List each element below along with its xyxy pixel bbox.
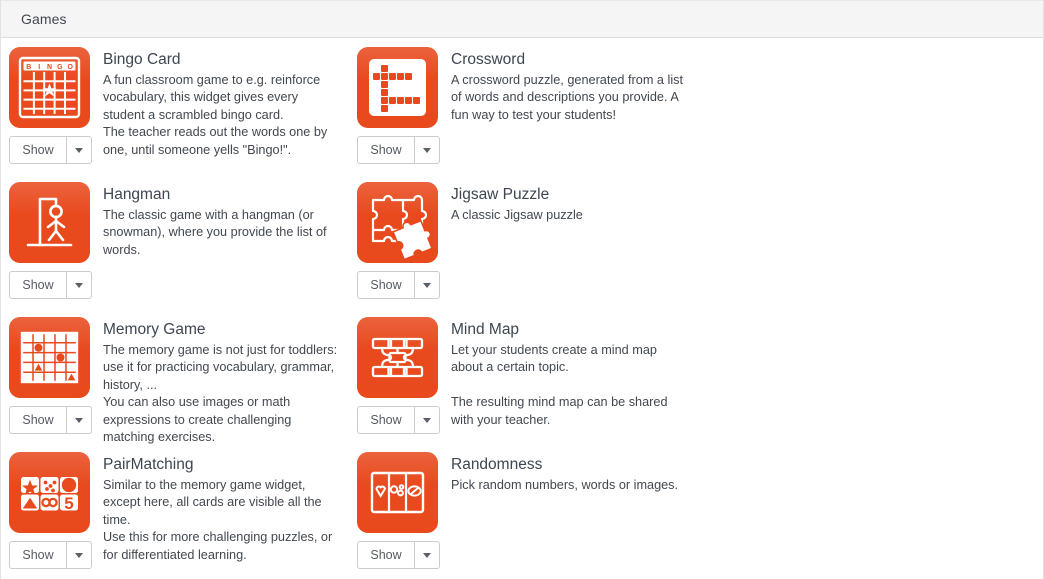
widget-text: Crossword A crossword puzzle, generated … [451,47,697,182]
show-dropdown-toggle[interactable] [415,541,440,569]
widget-description: The classic game with a hangman (or snow… [103,208,327,257]
icon-column: Show [357,317,451,452]
widget-grid: B I N G O Show Bingo Card A fun classroo… [1,38,1043,579]
svg-text:B: B [26,64,31,71]
widget-card-bingo-card[interactable]: B I N G O Show Bingo Card A fun classroo… [1,47,349,182]
show-button-group[interactable]: Show [357,136,440,164]
chevron-down-icon [75,147,83,153]
widget-text: Randomness Pick random numbers, words or… [451,452,697,579]
widget-title: Randomness [451,456,543,473]
show-button[interactable]: Show [357,136,415,164]
show-dropdown-toggle[interactable] [415,406,440,434]
jigsaw-puzzle-icon [357,182,438,263]
svg-text:G: G [57,64,63,71]
widget-title: Memory Game [103,321,206,338]
widget-description: Let your students create a mind map abou… [451,343,668,427]
show-button-group[interactable]: Show [9,271,92,299]
widget-title: Bingo Card [103,51,181,68]
widget-card-memory-game[interactable]: Show Memory Game The memory game is not … [1,317,349,452]
widget-text: PairMatching Similar to the memory game … [103,452,349,579]
icon-column: B I N G O Show [9,47,103,182]
hangman-icon [9,182,90,263]
widget-description: Pick random numbers, words or images. [451,478,679,492]
chevron-down-icon [75,552,83,558]
widget-title: Mind Map [451,321,520,338]
mind-map-icon [357,317,438,398]
crossword-icon [357,47,438,128]
widget-text: Bingo Card A fun classroom game to e.g. … [103,47,349,182]
show-button-group[interactable]: Show [357,406,440,434]
show-dropdown-toggle[interactable] [415,136,440,164]
show-dropdown-toggle[interactable] [415,271,440,299]
widget-text: Hangman The classic game with a hangman … [103,182,349,317]
randomness-slot-machine-icon [357,452,438,533]
widget-card-mind-map[interactable]: Show Mind Map Let your students create a… [349,317,697,452]
widget-title: Crossword [451,51,526,68]
svg-text:O: O [67,64,73,71]
widget-card-pairmatching[interactable]: 5 Show PairMatching Similar to the memor… [1,452,349,579]
show-button-group[interactable]: Show [9,406,92,434]
widget-description: A classic Jigsaw puzzle [451,208,583,222]
show-button[interactable]: Show [9,136,67,164]
widget-card-jigsaw-puzzle[interactable]: Show Jigsaw Puzzle A classic Jigsaw puzz… [349,182,697,317]
show-button[interactable]: Show [9,406,67,434]
pairmatching-icon: 5 [9,452,90,533]
icon-column: Show [357,182,451,317]
panel-header: Games [1,0,1043,38]
widget-description: Similar to the memory game widget, excep… [103,478,333,562]
chevron-down-icon [75,282,83,288]
chevron-down-icon [423,417,431,423]
bingo-card-icon: B I N G O [9,47,90,128]
show-button[interactable]: Show [9,271,67,299]
show-dropdown-toggle[interactable] [67,271,92,299]
pairmatching-number: 5 [64,494,73,513]
chevron-down-icon [423,147,431,153]
icon-column: Show [357,47,451,182]
widget-card-hangman[interactable]: Show Hangman The classic game with a han… [1,182,349,317]
icon-column: Show [9,182,103,317]
widget-title: Jigsaw Puzzle [451,186,550,203]
icon-column: Show [9,317,103,452]
show-dropdown-toggle[interactable] [67,136,92,164]
icon-column: Show [357,452,451,579]
show-button-group[interactable]: Show [357,541,440,569]
show-dropdown-toggle[interactable] [67,541,92,569]
widget-description: A fun classroom game to e.g. reinforce v… [103,73,328,157]
memory-game-icon [9,317,90,398]
show-button[interactable]: Show [357,406,415,434]
widget-title: Hangman [103,186,171,203]
widget-description: A crossword puzzle, generated from a lis… [451,73,684,122]
widget-card-randomness[interactable]: Show Randomness Pick random numbers, wor… [349,452,697,579]
svg-text:I: I [38,64,40,71]
chevron-down-icon [423,282,431,288]
chevron-down-icon [75,417,83,423]
widget-card-crossword[interactable]: Show Crossword A crossword puzzle, gener… [349,47,697,182]
icon-column: 5 Show [9,452,103,579]
chevron-down-icon [423,552,431,558]
show-dropdown-toggle[interactable] [67,406,92,434]
show-button[interactable]: Show [357,271,415,299]
widget-description: The memory game is not just for toddlers… [103,343,338,445]
show-button-group[interactable]: Show [9,541,92,569]
games-panel: Games B I N G O Show Bingo Card A fun cl… [0,0,1044,579]
widget-text: Memory Game The memory game is not just … [103,317,349,452]
widget-text: Mind Map Let your students create a mind… [451,317,697,452]
show-button-group[interactable]: Show [9,136,92,164]
page-title: Games [21,11,67,27]
widget-text: Jigsaw Puzzle A classic Jigsaw puzzle [451,182,697,317]
show-button[interactable]: Show [9,541,67,569]
svg-text:N: N [47,64,52,71]
widget-title: PairMatching [103,456,194,473]
show-button-group[interactable]: Show [357,271,440,299]
show-button[interactable]: Show [357,541,415,569]
